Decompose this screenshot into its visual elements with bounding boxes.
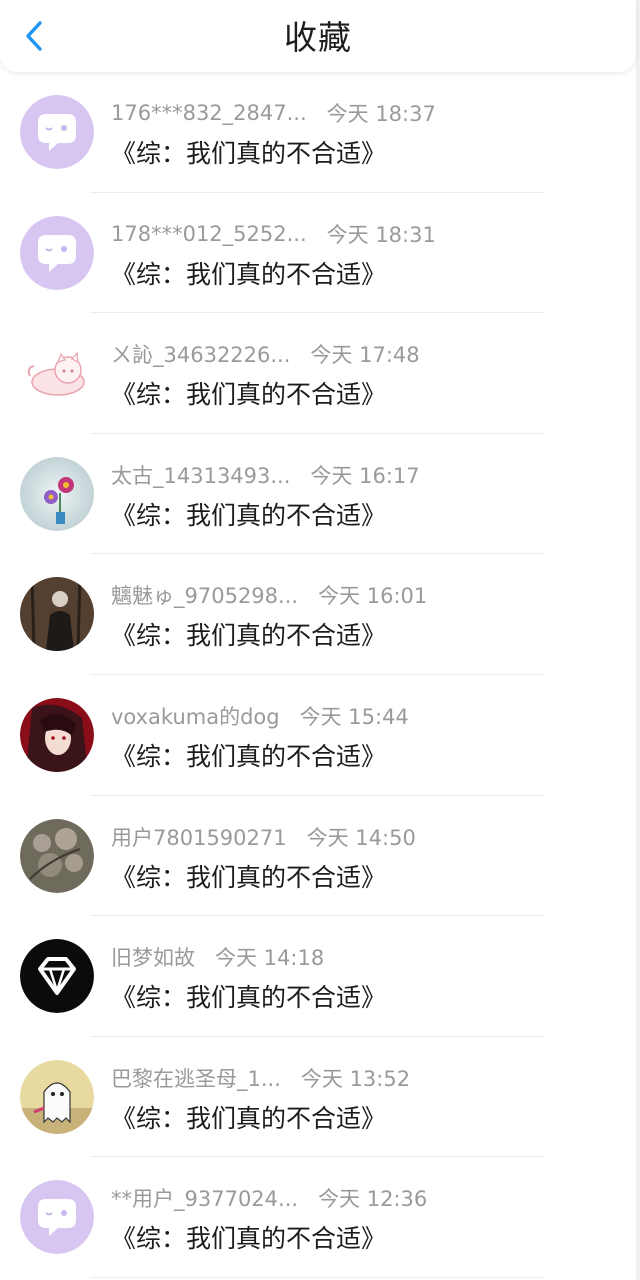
avatar[interactable] (20, 1059, 94, 1134)
item-meta: ㄨ訫_34632226... 今天 17:48 (111, 339, 420, 369)
username[interactable]: 太古_14313493... (111, 460, 290, 490)
book-title[interactable]: 《综：我们真的不合适》 (111, 496, 386, 532)
book-title[interactable]: 《综：我们真的不合适》 (111, 134, 386, 170)
timestamp: 今天 16:01 (318, 584, 428, 609)
list-item[interactable]: 用户7801590271 今天 14:50 《综：我们真的不合适》 (0, 796, 640, 917)
item-meta: 太古_14313493... 今天 16:17 (111, 460, 420, 490)
username[interactable]: voxakuma的dog (111, 701, 280, 731)
divider (90, 1276, 545, 1278)
book-title[interactable]: 《综：我们真的不合适》 (111, 1099, 386, 1135)
avatar[interactable] (20, 215, 94, 290)
favorites-list: 176***832_2847... 今天 18:37 《综：我们真的不合适》 1… (0, 72, 640, 1278)
username[interactable]: ㄨ訫_34632226... (111, 339, 290, 369)
item-meta: voxakuma的dog 今天 15:44 (111, 701, 409, 731)
book-title[interactable]: 《综：我们真的不合适》 (111, 255, 386, 291)
list-item[interactable]: 太古_14313493... 今天 16:17 《综：我们真的不合适》 (0, 434, 640, 555)
avatar[interactable] (20, 95, 94, 169)
book-title[interactable]: 《综：我们真的不合适》 (111, 616, 386, 652)
timestamp: 今天 12:36 (318, 1187, 428, 1212)
timestamp: 今天 14:18 (215, 946, 325, 971)
avatar[interactable] (20, 456, 94, 531)
timestamp: 今天 15:44 (299, 704, 409, 729)
username[interactable]: 用户7801590271 (111, 822, 287, 852)
book-title[interactable]: 《综：我们真的不合适》 (111, 978, 386, 1014)
list-item[interactable]: 魑魅ゅ_9705298... 今天 16:01 《综：我们真的不合适》 (0, 554, 640, 675)
item-meta: 巴黎在逃圣母_1... 今天 13:52 (111, 1063, 410, 1093)
item-meta: 用户7801590271 今天 14:50 (111, 822, 416, 852)
username[interactable]: 176***832_2847... (111, 101, 307, 125)
timestamp: 今天 16:17 (310, 463, 420, 488)
timestamp: 今天 18:31 (326, 222, 436, 247)
avatar[interactable] (20, 1180, 94, 1255)
item-meta: 旧梦如故 今天 14:18 (111, 942, 324, 972)
avatar[interactable] (20, 336, 94, 411)
book-title[interactable]: 《综：我们真的不合适》 (111, 737, 386, 773)
username[interactable]: **用户_9377024... (111, 1183, 298, 1213)
timestamp: 今天 18:37 (326, 102, 436, 126)
username[interactable]: 魑魅ゅ_9705298... (111, 580, 298, 610)
book-title[interactable]: 《综：我们真的不合适》 (111, 375, 386, 411)
item-meta: 178***012_5252... 今天 18:31 (111, 219, 436, 249)
item-meta: 176***832_2847... 今天 18:37 (111, 98, 436, 128)
avatar[interactable] (20, 818, 94, 893)
list-item[interactable]: 176***832_2847... 今天 18:37 《综：我们真的不合适》 (0, 72, 640, 193)
username[interactable]: 旧梦如故 (111, 942, 195, 972)
list-item[interactable]: 178***012_5252... 今天 18:31 《综：我们真的不合适》 (0, 193, 640, 314)
username[interactable]: 178***012_5252... (111, 222, 307, 246)
scrollbar-track (636, 0, 640, 1280)
item-meta: **用户_9377024... 今天 12:36 (111, 1183, 427, 1213)
avatar[interactable] (20, 939, 94, 1014)
list-item[interactable]: **用户_9377024... 今天 12:36 《综：我们真的不合适》 (0, 1157, 640, 1278)
item-meta: 魑魅ゅ_9705298... 今天 16:01 (111, 580, 427, 610)
timestamp: 今天 14:50 (306, 825, 416, 850)
book-title[interactable]: 《综：我们真的不合适》 (111, 1219, 386, 1255)
list-item[interactable]: 旧梦如故 今天 14:18 《综：我们真的不合适》 (0, 916, 640, 1037)
timestamp: 今天 13:52 (300, 1066, 411, 1091)
list-item[interactable]: voxakuma的dog 今天 15:44 《综：我们真的不合适》 (0, 675, 640, 796)
page-title: 收藏 (284, 18, 352, 57)
list-item[interactable]: 巴黎在逃圣母_1... 今天 13:52 《综：我们真的不合适》 (0, 1037, 640, 1158)
timestamp: 今天 17:48 (310, 343, 420, 368)
list-item[interactable]: ㄨ訫_34632226... 今天 17:48 《综：我们真的不合适》 (0, 313, 640, 434)
book-title[interactable]: 《综：我们真的不合适》 (111, 858, 386, 894)
avatar[interactable] (20, 577, 94, 652)
top-bar: 收藏 (0, 0, 636, 72)
avatar[interactable] (20, 697, 94, 772)
username[interactable]: 巴黎在逃圣母_1... (111, 1063, 281, 1093)
